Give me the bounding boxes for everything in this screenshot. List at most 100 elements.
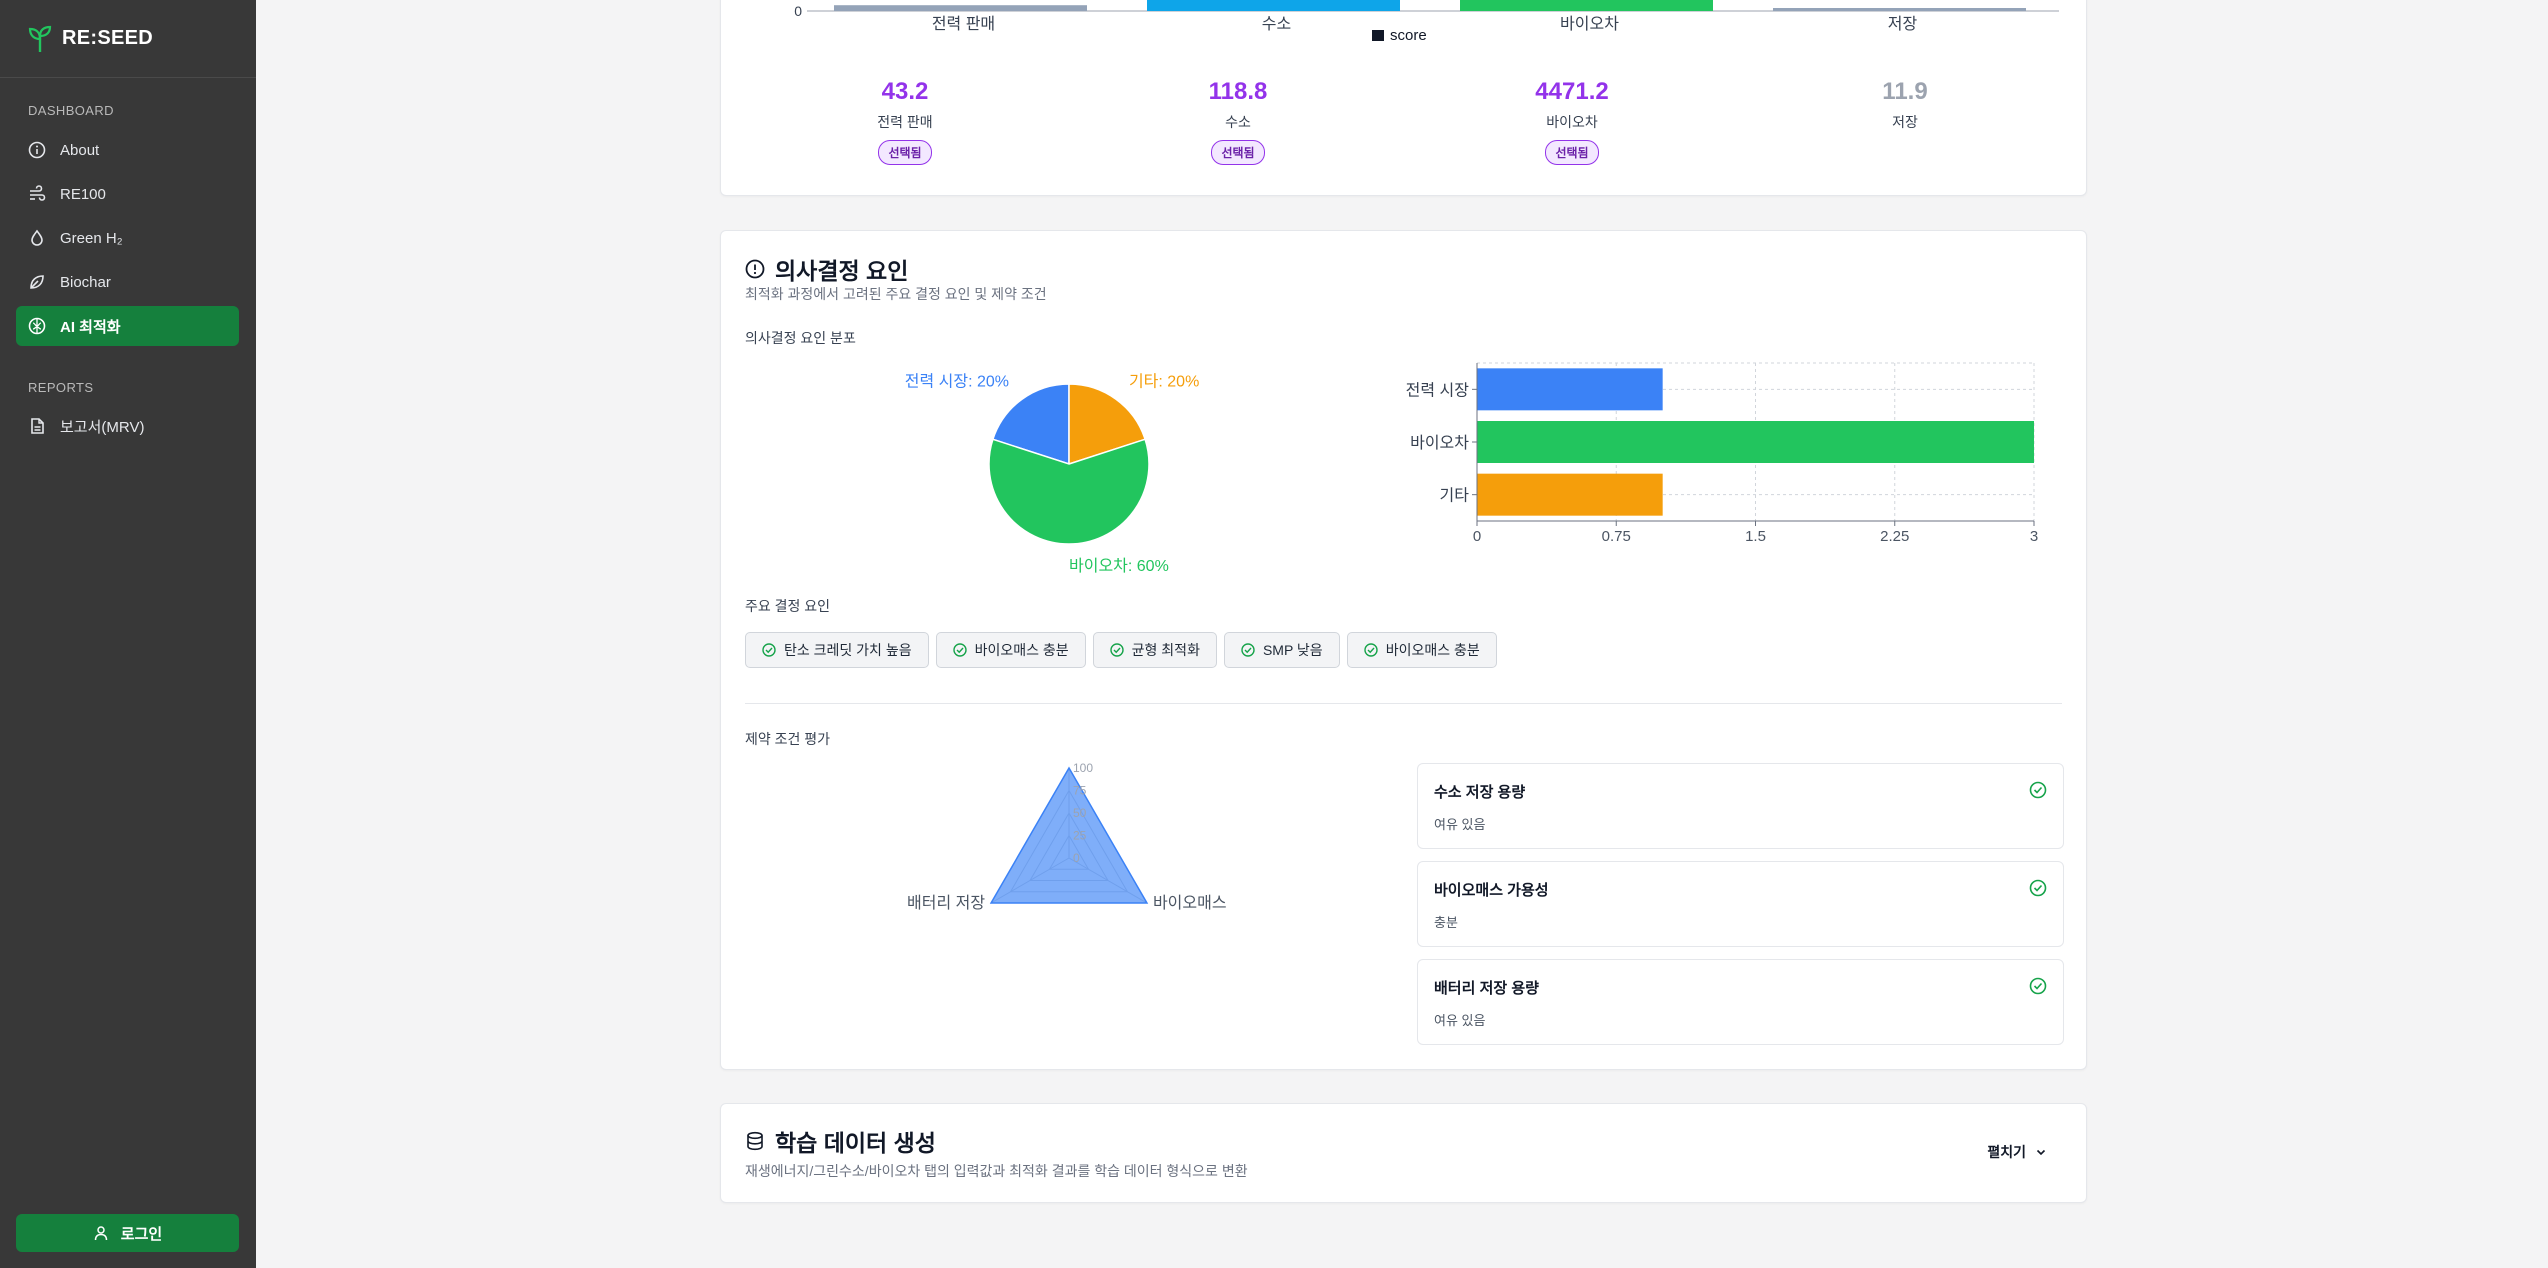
score-bar-chart: 0 전력 판매 수소 바이오차 저장 score [794,0,2059,44]
brain-icon [28,317,46,335]
check-circle-icon [1364,643,1378,657]
y-tick-label: 0 [794,3,802,19]
nav-section-reports: REPORTS [28,380,94,395]
check-circle-icon [2029,977,2047,995]
x-tick-label: 저장 [1888,15,1918,33]
pie-slice-label: 전력 시장: 20% [905,372,1009,390]
login-button[interactable]: 로그인 [16,1214,239,1252]
x-tick-label: 0 [1473,528,1481,545]
radar-axis-label: 수소 저장 [1037,761,1101,762]
expand-button[interactable]: 펼치기 [1987,1142,2048,1162]
sidebar-item-label: 보고서(MRV) [60,418,145,436]
constraint-radar-chart: 0 25 50 75 100수소 저장바이오매스 배터리 저장 [907,761,1227,912]
factor-bar [1477,473,1663,516]
legend-label: score [1390,27,1427,44]
legend-swatch [1372,30,1384,41]
radar-tick-label: 25 [1073,829,1087,843]
x-tick-label: 1.5 [1745,528,1766,545]
distribution-label: 의사결정 요인 분포 [745,330,856,346]
pie-slice-label: 기타: 20% [1129,372,1199,390]
score-value: 11.9 [1882,78,1928,105]
droplet-icon [28,229,46,247]
score-item-biochar: 4471.2 바이오차 선택됨 [1472,78,1672,165]
sidebar-item-biochar[interactable]: Biochar [16,262,239,302]
score-value: 118.8 [1208,78,1268,105]
chip-label: 바이오매스 충분 [974,642,1069,658]
check-circle-icon [2029,781,2047,799]
decision-factors-card: 의사결정 요인 최적화 과정에서 고려된 주요 결정 요인 및 제약 조건 의사… [720,230,2087,1070]
factor-bar-chart: 전력 시장바이오차기타 0 0.75 1.5 2.25 3 [1406,362,2038,545]
radar-axis-label: 배터리 저장 [907,894,985,912]
chip-label: 균형 최적화 [1131,642,1200,658]
wind-icon [28,185,46,203]
score-label: 저장 [1892,114,1918,130]
check-circle-icon [2029,879,2047,897]
score-label: 바이오차 [1546,114,1598,130]
training-data-card: 학습 데이터 생성 재생에너지/그린수소/바이오차 탭의 입력값과 최적화 결과… [720,1103,2087,1203]
factor-bar [1477,421,2034,463]
sidebar-item-label: AI 최적화 [60,318,121,336]
chip-label: SMP 낮음 [1262,642,1323,658]
radar-tick-label: 0 [1073,851,1080,865]
constraint-status: 여유 있음 [1434,817,1486,832]
sprout-logo-icon [28,25,52,53]
alert-circle-icon [745,259,765,279]
section-title-text: 의사결정 요인 [775,258,909,284]
y-tick-label: 바이오차 [1410,434,1469,452]
radar-axis-label: 바이오매스 [1153,894,1227,912]
sidebar-item-label: About [60,141,100,159]
info-icon [28,141,46,159]
key-factor-chip: 바이오매스 충분 [935,632,1086,668]
score-bar [1773,8,2026,11]
constraints-label: 제약 조건 평가 [745,731,831,747]
constraint-title: 바이오매스 가용성 [1434,882,1549,899]
section-title: 학습 데이터 생성 [745,1124,936,1158]
pie-slice-label: 바이오차: 60% [1069,557,1169,575]
radar-tick-label: 75 [1073,784,1087,798]
expand-label: 펼치기 [1987,1144,2026,1160]
y-tick-label: 기타 [1440,487,1470,505]
x-tick-label: 수소 [1262,15,1291,33]
radar-tick-label: 100 [1073,761,1093,775]
key-factor-chip: 균형 최적화 [1092,632,1217,668]
factor-pie-chart: 전력 시장: 20% 기타: 20% 바이오차: 60% [905,372,1200,575]
score-value: 43.2 [881,78,929,105]
check-circle-icon [1241,643,1255,657]
nav-section-dashboard: DASHBOARD [28,103,114,118]
key-factor-chip: 바이오매스 충분 [1346,632,1497,668]
section-subtitle: 최적화 과정에서 고려된 주요 결정 요인 및 제약 조건 [745,286,1047,302]
section-title: 의사결정 요인 [745,252,908,286]
leaf-icon [28,273,46,291]
score-label: 수소 [1225,114,1251,130]
constraint-card-battery-storage: 배터리 저장 용량 여유 있음 [1417,959,2064,1045]
x-tick-label: 3 [2030,528,2038,545]
score-item-power: 43.2 전력 판매 선택됨 [805,78,1005,165]
sidebar-item-re100[interactable]: RE100 [16,174,239,214]
check-circle-icon [1109,643,1124,657]
constraint-card-biomass: 바이오매스 가용성 충분 [1417,861,2064,947]
chip-label: 탄소 크레딧 가치 높음 [784,642,912,658]
selected-badge: 선택됨 [1211,140,1265,165]
key-factors-list: 탄소 크레딧 가치 높음 바이오매스 충분 균형 최적화 SMP 낮음 바이오매… [745,632,1497,668]
score-bar [1460,0,1713,11]
constraint-status: 여유 있음 [1434,1013,1486,1028]
divider [745,703,2062,704]
score-item-hydrogen: 118.8 수소 선택됨 [1138,78,1338,165]
sidebar-item-about[interactable]: About [16,130,239,170]
check-circle-icon [952,643,967,657]
sidebar-item-mrv-report[interactable]: 보고서(MRV) [16,406,239,446]
sidebar-item-green-h2[interactable]: Green H₂ [16,218,239,258]
database-icon [745,1131,765,1151]
user-icon [93,1225,109,1241]
sidebar-item-ai-optimization[interactable]: AI 최적화 [16,306,239,346]
brand[interactable]: RE:SEED [0,0,256,78]
y-tick-label: 전력 시장 [1406,381,1470,399]
constraint-title: 배터리 저장 용량 [1434,980,1539,997]
constraint-status: 충분 [1434,915,1458,930]
score-bar [834,5,1087,11]
constraint-card-hydrogen-storage: 수소 저장 용량 여유 있음 [1417,763,2064,849]
file-icon [28,417,46,435]
constraint-title: 수소 저장 용량 [1434,784,1526,801]
x-tick-label: 전력 판매 [932,15,995,33]
sidebar-item-label: RE100 [60,185,106,203]
